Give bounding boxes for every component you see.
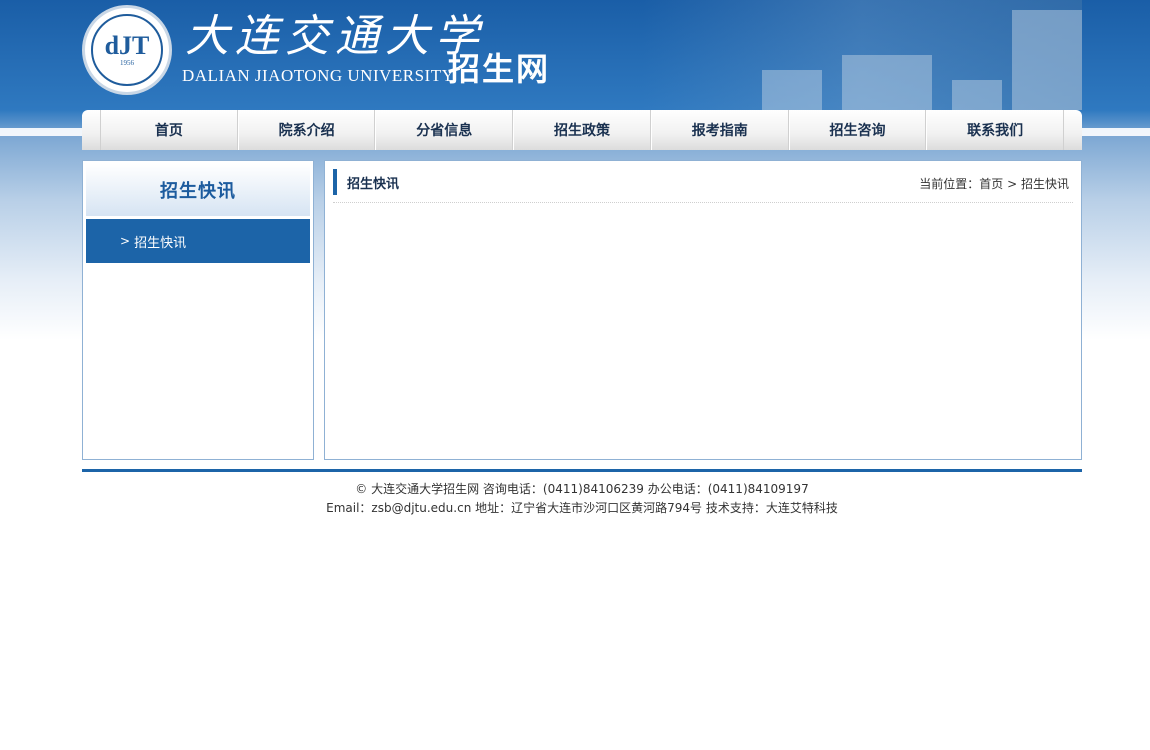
logo-year: 1956: [120, 59, 134, 67]
sidebar-item-news[interactable]: > 招生快讯: [86, 219, 310, 263]
content-header: 招生快讯 当前位置：首页 > 招生快讯: [333, 167, 1073, 203]
site-header: dJT 1956 大连交通大学 DALIAN JIAOTONG UNIVERSI…: [82, 0, 1082, 110]
nav-item-policy[interactable]: 招生政策: [513, 110, 651, 150]
sidebar-title: 招生快讯: [86, 164, 310, 216]
page-title: 招生快讯: [347, 177, 400, 192]
nav-item-consult[interactable]: 招生咨询: [788, 110, 927, 150]
site-footer: © 大连交通大学招生网 咨询电话：(0411)84106239 办公电话：(04…: [82, 480, 1082, 518]
university-name-en: DALIAN JIAOTONG UNIVERSITY: [182, 66, 455, 85]
university-name-cn: 大连交通大学: [185, 11, 485, 62]
footer-address-line: Email：zsb@djtu.edu.cn 地址：辽宁省大连市沙河口区黄河路79…: [326, 501, 838, 515]
building-shape: [1012, 10, 1082, 110]
title-accent-bar: [333, 169, 337, 195]
nav-item-home[interactable]: 首页: [100, 110, 238, 150]
footer-divider: [82, 469, 1082, 472]
logo-monogram: dJT: [104, 31, 150, 60]
building-shape: [842, 55, 932, 110]
sidebar: 招生快讯 > 招生快讯: [82, 160, 314, 460]
nav-item-contact[interactable]: 联系我们: [926, 110, 1065, 150]
breadcrumb-prefix: 当前位置：: [919, 177, 980, 191]
campus-banner-image: [642, 0, 1082, 110]
nav-item-departments[interactable]: 院系介绍: [237, 110, 376, 150]
footer-contact-line: © 大连交通大学招生网 咨询电话：(0411)84106239 办公电话：(04…: [355, 482, 809, 496]
logo-seal: dJT 1956: [91, 14, 163, 86]
breadcrumb: 当前位置：首页 > 招生快讯: [919, 175, 1069, 192]
page-wrapper: dJT 1956 大连交通大学 DALIAN JIAOTONG UNIVERSI…: [82, 0, 1082, 515]
breadcrumb-current[interactable]: 招生快讯: [1021, 177, 1069, 191]
main-navigation: 首页 院系介绍 分省信息 招生政策 报考指南 招生咨询 联系我们: [82, 110, 1082, 150]
site-name: 招生网: [448, 50, 551, 88]
building-shape: [762, 70, 822, 110]
main-content: 招生快讯 当前位置：首页 > 招生快讯: [324, 160, 1082, 460]
breadcrumb-separator: >: [1007, 177, 1018, 191]
building-shape: [952, 80, 1002, 110]
nav-item-provinces[interactable]: 分省信息: [375, 110, 514, 150]
university-logo[interactable]: dJT 1956: [82, 5, 172, 95]
sidebar-item-label: 招生快讯: [134, 235, 187, 251]
chevron-right-icon: >: [120, 234, 131, 248]
breadcrumb-home-link[interactable]: 首页: [979, 177, 1003, 191]
nav-item-guide[interactable]: 报考指南: [650, 110, 789, 150]
